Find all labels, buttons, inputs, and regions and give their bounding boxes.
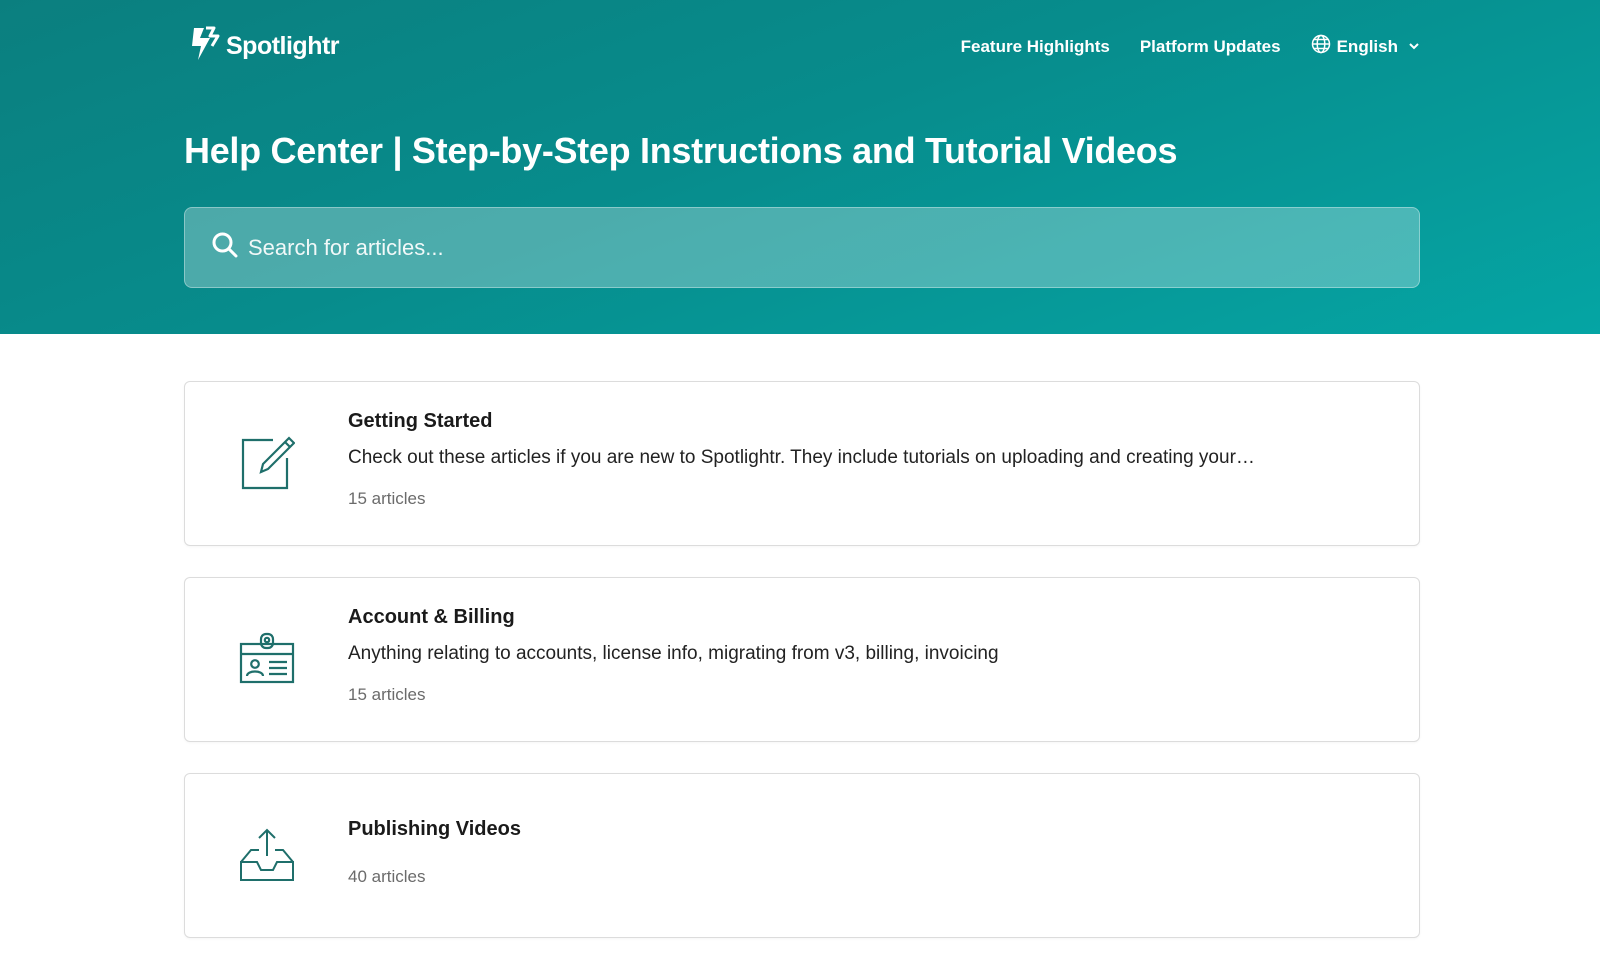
category-body: Publishing Videos 40 articles (348, 818, 1379, 887)
article-count: 40 articles (348, 867, 426, 886)
category-description: Check out these articles if you are new … (348, 447, 1255, 468)
upload-tray-icon (239, 826, 295, 882)
article-count: 15 articles (348, 489, 426, 508)
edit-icon (239, 434, 296, 490)
globe-icon (1311, 34, 1337, 59)
brand-logo[interactable]: Spotlightr (188, 24, 340, 69)
category-list: Getting Started Check out these articles… (184, 381, 1420, 969)
language-label: English (1336, 36, 1398, 56)
search-icon (210, 230, 240, 265)
category-title[interactable]: Getting Started (348, 410, 1379, 433)
category-card-getting-started[interactable]: Getting Started Check out these articles… (184, 381, 1420, 546)
search-input[interactable] (248, 234, 1348, 261)
search-bar[interactable] (184, 207, 1420, 288)
chevron-down-icon (1398, 37, 1420, 57)
top-nav: Feature Highlights Platform Updates Engl… (931, 34, 1420, 59)
category-body: Getting Started Check out these articles… (348, 410, 1379, 509)
category-title[interactable]: Publishing Videos (348, 818, 1379, 841)
language-selector[interactable]: English (1311, 34, 1420, 59)
id-badge-icon (239, 630, 295, 686)
nav-platform-updates[interactable]: Platform Updates (1140, 37, 1281, 57)
page-title: Help Center | Step-by-Step Instructions … (184, 130, 1178, 171)
article-count: 15 articles (348, 685, 426, 704)
top-bar: Spotlightr Feature Highlights Platform U… (184, 22, 1420, 70)
category-body: Account & Billing Anything relating to a… (348, 606, 1379, 705)
category-title[interactable]: Account & Billing (348, 606, 1379, 629)
nav-feature-highlights[interactable]: Feature Highlights (961, 37, 1110, 57)
category-description: Anything relating to accounts, license i… (348, 643, 999, 664)
lightning-logo-icon (188, 24, 222, 69)
category-card-account-billing[interactable]: Account & Billing Anything relating to a… (184, 577, 1420, 742)
hero-header: Spotlightr Feature Highlights Platform U… (0, 0, 1600, 334)
brand-name: Spotlightr (226, 32, 340, 60)
category-card-publishing-videos[interactable]: Publishing Videos 40 articles (184, 773, 1420, 938)
